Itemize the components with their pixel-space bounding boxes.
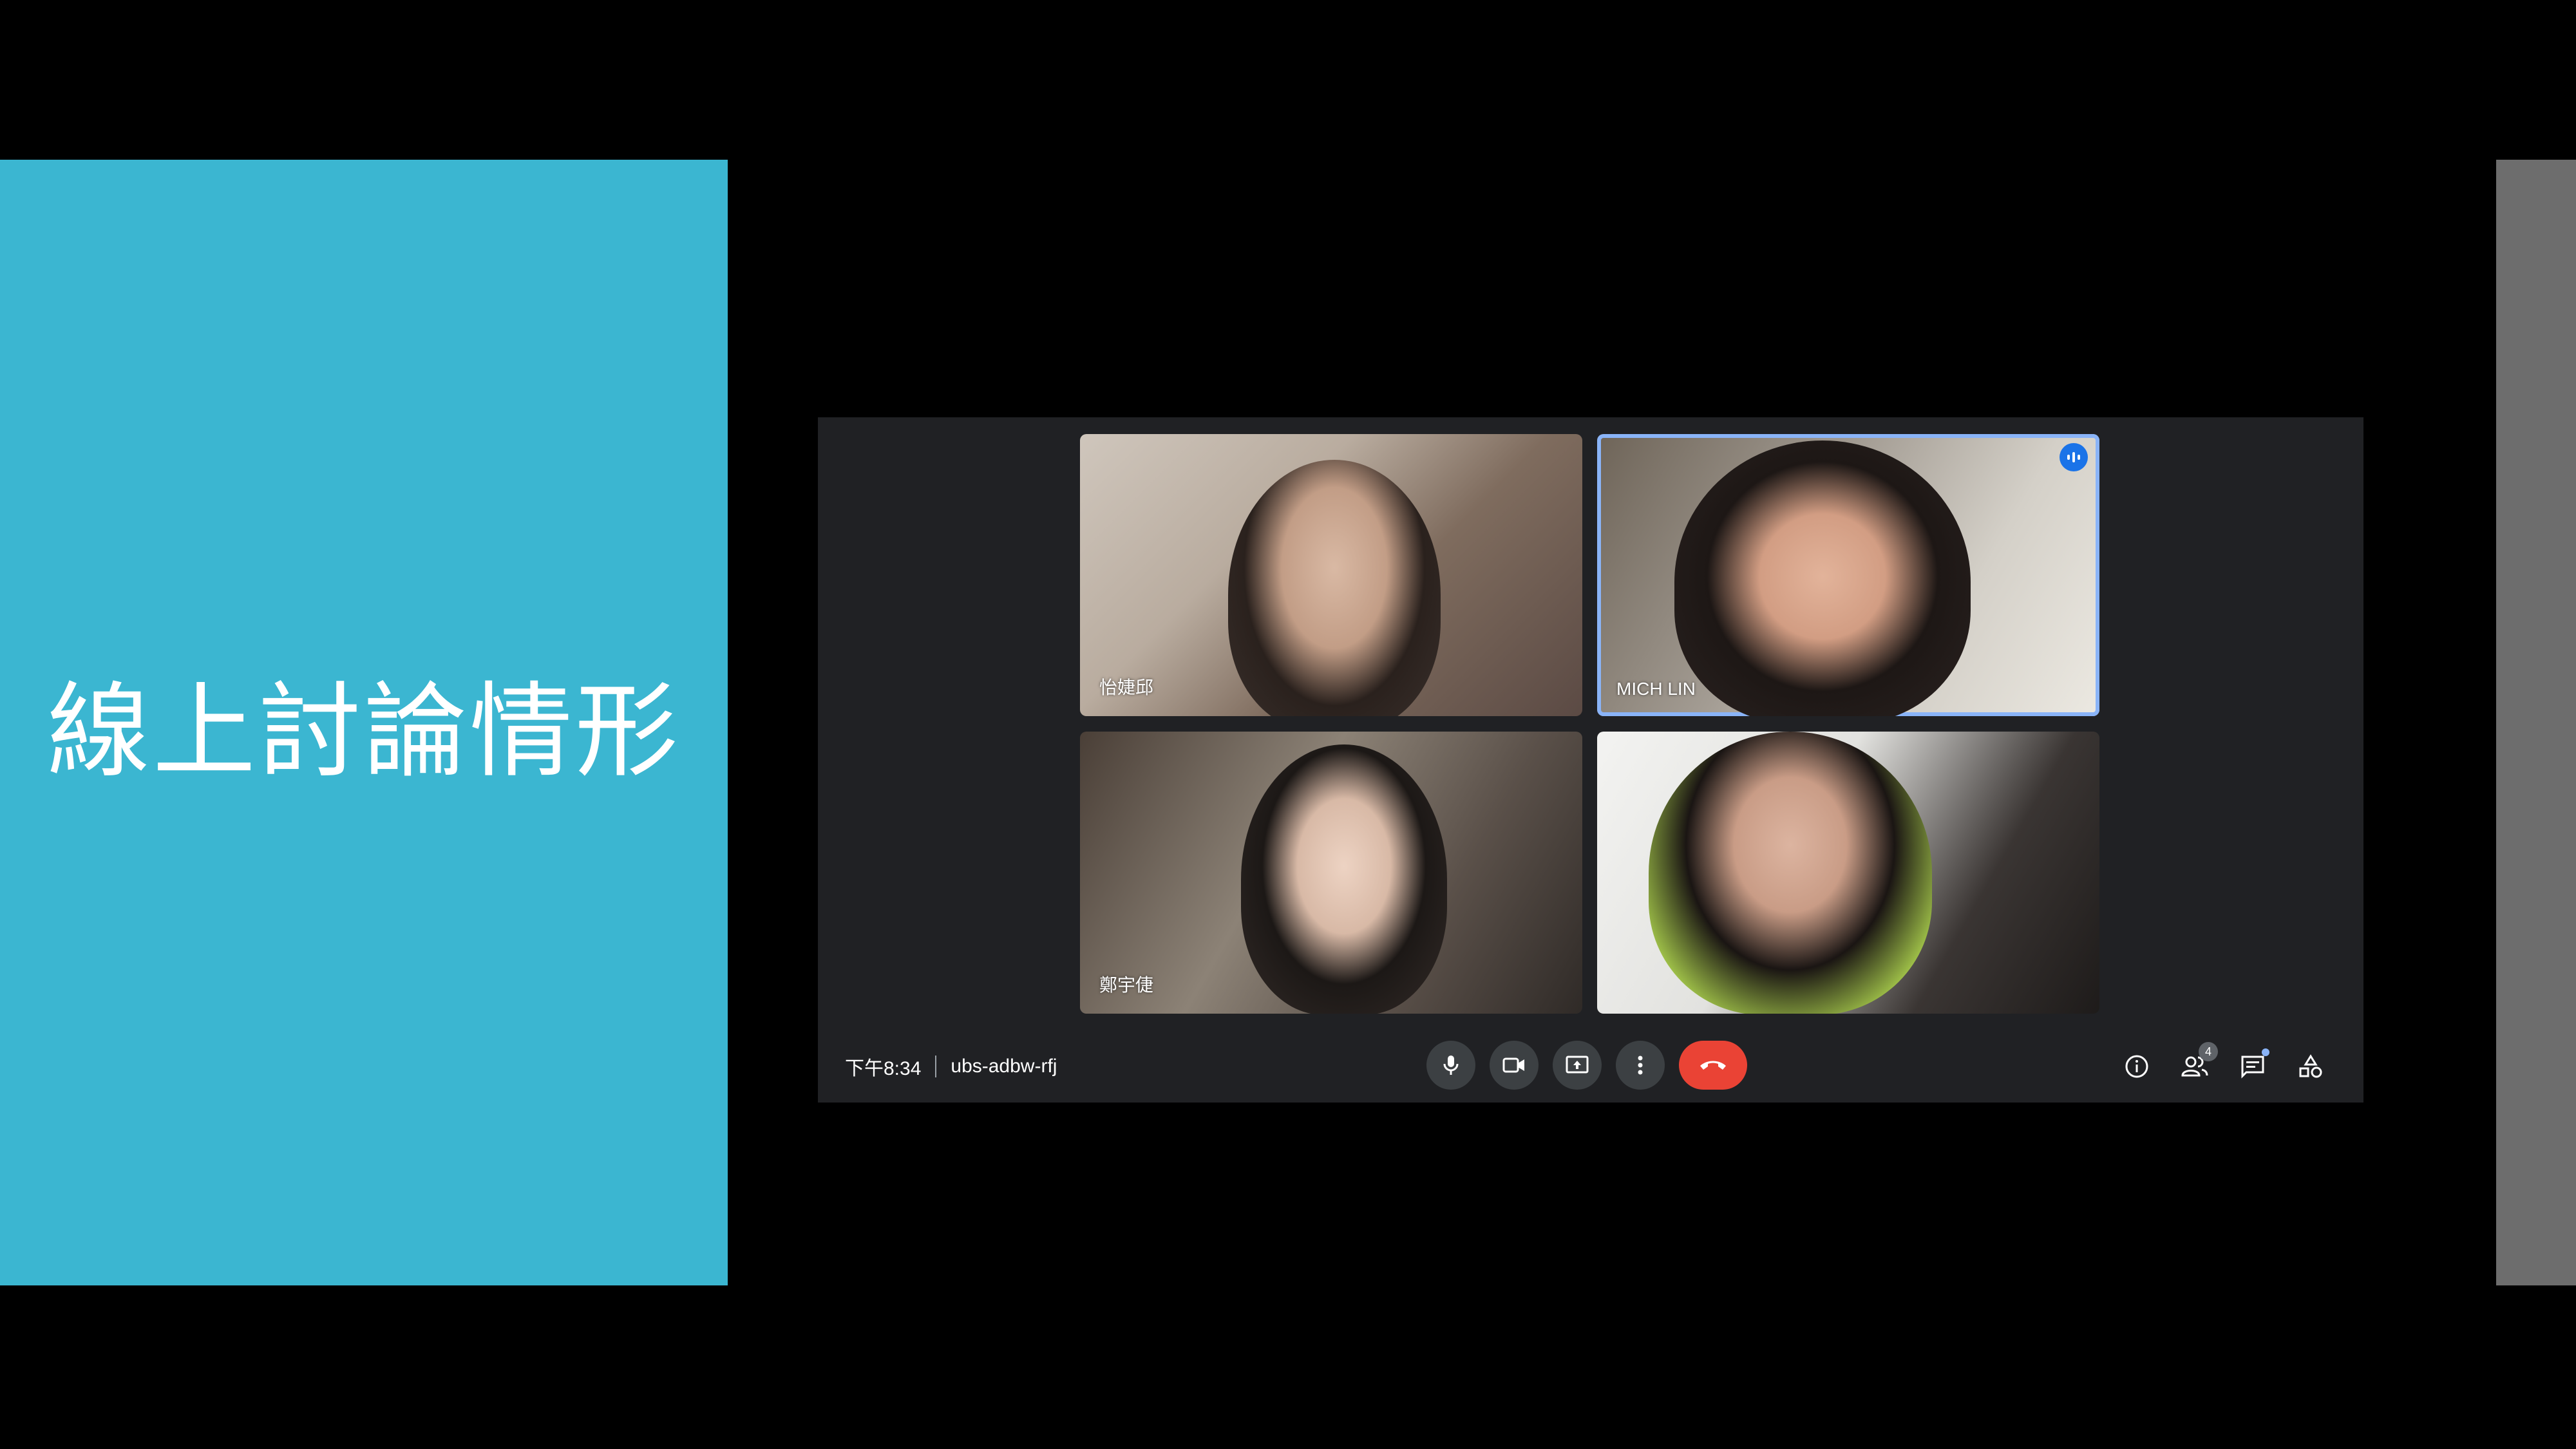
camera-icon <box>1502 1057 1524 1073</box>
participant-tile[interactable]: 怡婕邱 <box>1080 434 1582 716</box>
activities-button[interactable] <box>2291 1047 2330 1086</box>
chat-icon <box>2241 1056 2264 1079</box>
microphone-icon <box>1443 1056 1459 1075</box>
participant-video <box>1674 440 1971 716</box>
separator <box>935 1056 937 1077</box>
call-control-bar: 下午8:34 ubs-adbw-rfj 4 <box>818 1030 2363 1103</box>
microphone-button[interactable] <box>1426 1041 1475 1090</box>
meeting-info: 下午8:34 ubs-adbw-rfj <box>845 1030 1057 1103</box>
slide-title-panel: 線上討論情形 <box>0 160 728 1285</box>
participant-tile[interactable] <box>1597 732 2099 1014</box>
meeting-time: 下午8:34 <box>845 1058 922 1079</box>
unread-dot <box>2262 1048 2269 1056</box>
participant-name: 鄭宇倢 <box>1099 975 1154 995</box>
speaking-indicator-icon <box>2060 443 2088 471</box>
present-screen-button[interactable] <box>1553 1041 1602 1090</box>
slide-title: 線上討論情形 <box>46 671 681 791</box>
end-call-icon <box>1700 1061 1726 1070</box>
video-call-window: 怡婕邱 MICH LIN 鄭宇倢 下午8:34 ubs-adbw-rfj 4 <box>818 417 2363 1103</box>
end-call-button[interactable] <box>1679 1041 1747 1090</box>
participant-tile[interactable]: 鄭宇倢 <box>1080 732 1582 1014</box>
participant-tile-active-speaker[interactable]: MICH LIN <box>1597 434 2099 716</box>
meeting-code: ubs-adbw-rfj <box>951 1056 1057 1077</box>
participant-video <box>1228 460 1441 716</box>
more-options-icon <box>1638 1056 1643 1075</box>
participants-button[interactable]: 4 <box>2175 1042 2218 1086</box>
present-screen-icon <box>1566 1056 1589 1074</box>
meeting-details-button[interactable] <box>2117 1047 2156 1086</box>
participant-video <box>1241 744 1447 1014</box>
participant-name: 怡婕邱 <box>1099 677 1154 697</box>
activities-icon <box>2299 1054 2322 1078</box>
participant-count-badge: 4 <box>2199 1042 2218 1061</box>
camera-button[interactable] <box>1490 1041 1539 1090</box>
chat-button[interactable] <box>2233 1047 2272 1086</box>
participant-video <box>1649 732 1932 1014</box>
more-options-button[interactable] <box>1616 1041 1665 1090</box>
slide-edge-strip <box>2496 160 2576 1285</box>
info-icon <box>2125 1055 2148 1078</box>
participant-name: MICH LIN <box>1616 679 1696 699</box>
